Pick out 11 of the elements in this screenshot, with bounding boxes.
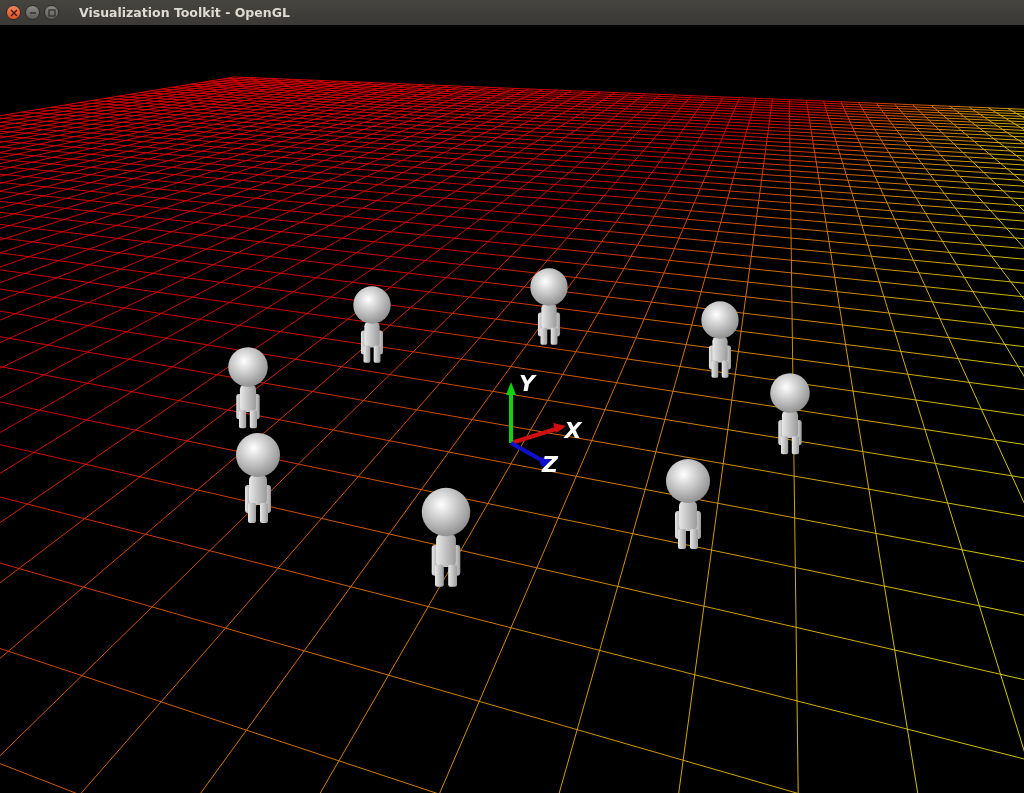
axis-label: Z bbox=[542, 452, 558, 477]
maximize-icon bbox=[47, 8, 56, 17]
close-button[interactable] bbox=[6, 5, 21, 20]
window-title: Visualization Toolkit - OpenGL bbox=[79, 5, 290, 20]
3d-viewport[interactable]: X Y Z bbox=[0, 25, 1024, 793]
axis-label: X bbox=[564, 418, 582, 443]
y-axis-arrow bbox=[506, 382, 516, 443]
maximize-button[interactable] bbox=[44, 5, 59, 20]
axis-label: Y bbox=[519, 371, 535, 396]
close-icon bbox=[9, 8, 18, 17]
minimize-button[interactable] bbox=[25, 5, 40, 20]
